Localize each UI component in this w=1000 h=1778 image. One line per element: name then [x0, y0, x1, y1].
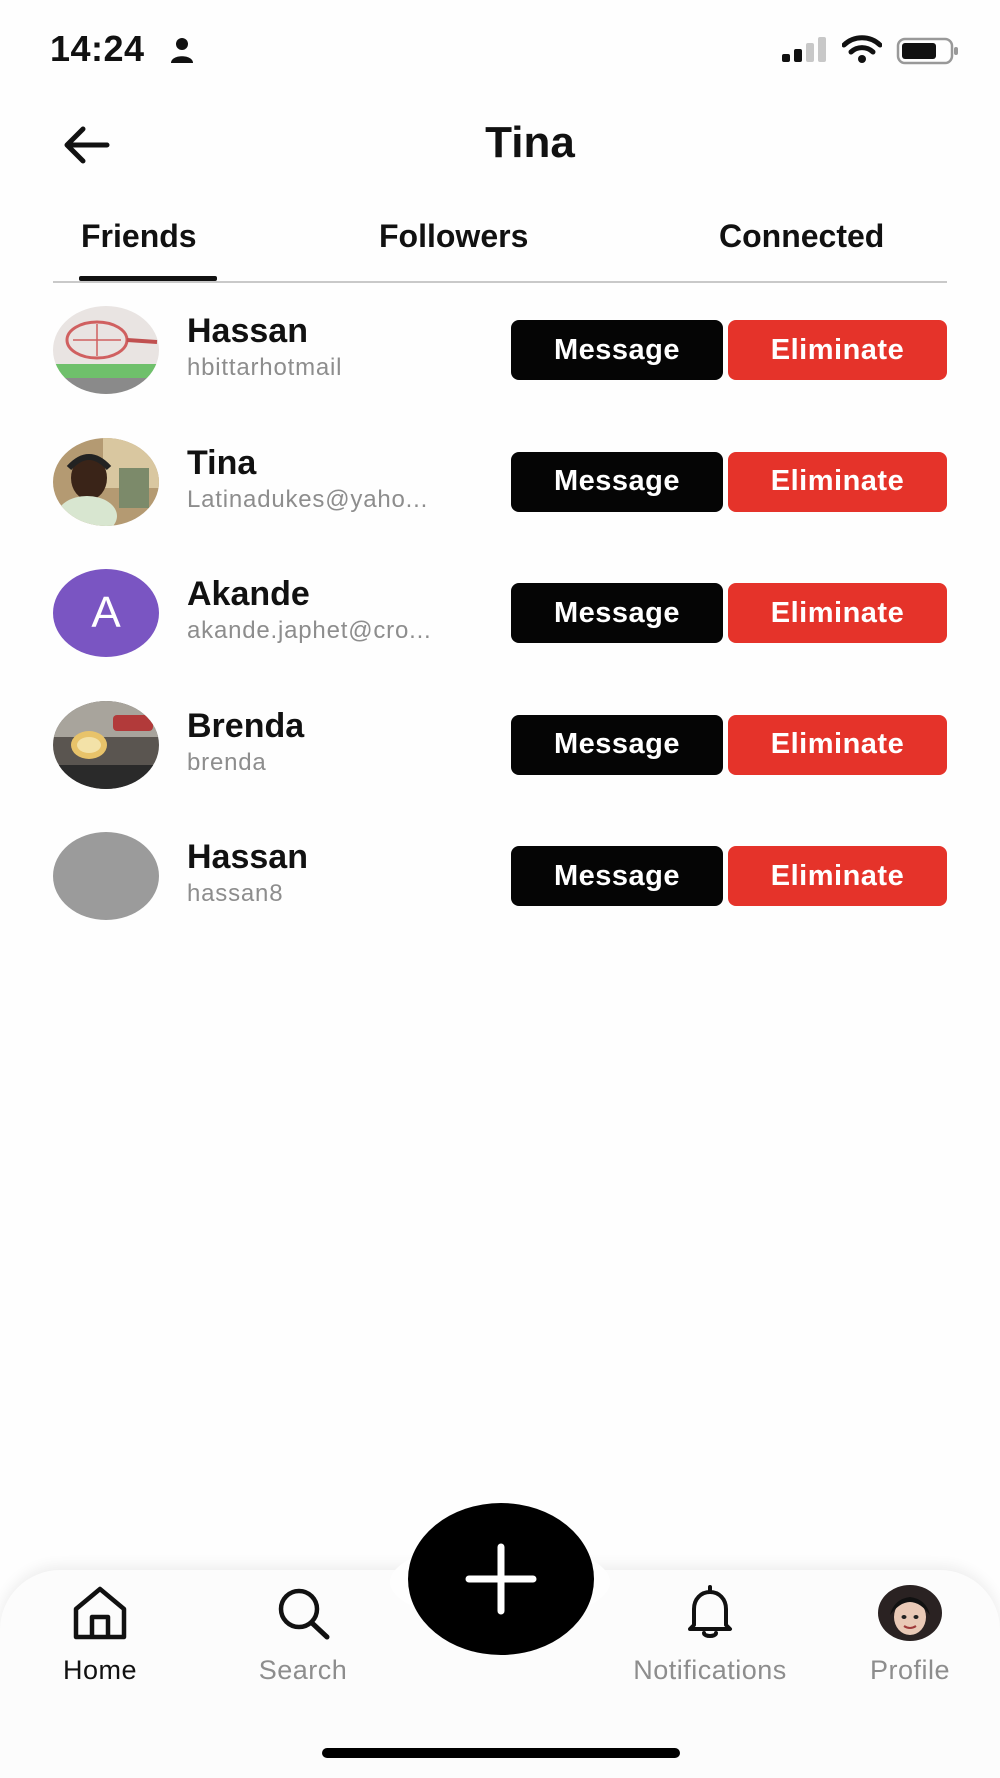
nav-search[interactable]: Search [213, 1585, 393, 1686]
friend-handle: hbittarhotmail [187, 354, 343, 381]
message-button[interactable]: Message [511, 846, 723, 906]
avatar-photo [53, 437, 159, 526]
friend-name: Hassan [187, 312, 308, 350]
avatar-photo [53, 700, 159, 789]
battery-icon [896, 37, 958, 65]
avatar-letter: A [53, 569, 159, 657]
status-bar: 14:24 [0, 0, 1000, 100]
status-time: 14:24 [50, 28, 145, 69]
list-item: Brenda brenda Message Eliminate [53, 695, 947, 827]
plus-icon [465, 1543, 537, 1615]
eliminate-button[interactable]: Eliminate [728, 320, 947, 380]
nav-home[interactable]: Home [10, 1585, 190, 1686]
message-button[interactable]: Message [511, 583, 723, 643]
avatar[interactable] [53, 832, 159, 920]
friend-handle: brenda [187, 748, 267, 776]
avatar[interactable] [53, 437, 159, 526]
list-item: Hassan hbittarhotmail Message Eliminate [53, 300, 947, 432]
friend-name: Akande [187, 575, 310, 613]
active-tab-indicator [79, 276, 217, 281]
list-item: Hassan hassan8 Message Eliminate [53, 826, 947, 958]
add-button[interactable] [408, 1503, 594, 1655]
friend-name: Brenda [187, 706, 305, 745]
avatar[interactable] [53, 306, 159, 394]
profile-avatar [878, 1585, 942, 1641]
eliminate-button[interactable]: Eliminate [728, 846, 947, 906]
bell-icon [688, 1585, 732, 1638]
nav-profile[interactable]: Profile [820, 1585, 1000, 1686]
eliminate-button[interactable]: Eliminate [728, 714, 947, 775]
avatar[interactable] [53, 700, 159, 789]
tab-connected[interactable]: Connected [719, 218, 884, 255]
message-button[interactable]: Message [511, 714, 723, 775]
nav-notifications-label: Notifications [633, 1655, 787, 1685]
message-button[interactable]: Message [511, 451, 723, 512]
nav-home-label: Home [62, 1655, 138, 1685]
list-item: Tina Latinadukes@yaho... Message Elimina… [53, 432, 947, 564]
avatar-photo [53, 306, 159, 394]
person-icon [171, 38, 193, 63]
list-item: A Akande akande.japhet@cro... Message El… [53, 563, 947, 695]
avatar[interactable]: A [53, 569, 159, 657]
page-title: Tina [485, 118, 575, 167]
message-button[interactable]: Message [511, 320, 723, 380]
avatar-placeholder [53, 832, 159, 920]
tab-friends[interactable]: Friends [81, 218, 197, 255]
friend-name: Tina [187, 443, 257, 482]
wifi-icon [842, 35, 882, 63]
friend-name: Hassan [187, 838, 308, 876]
friend-handle: akande.japhet@cro... [187, 617, 432, 644]
home-indicator [322, 1748, 680, 1758]
eliminate-button[interactable]: Eliminate [728, 583, 947, 643]
tab-bar: Friends Followers Connected [53, 208, 947, 283]
friend-list: Hassan hbittarhotmail Message Eliminate … [53, 300, 947, 958]
friend-handle: hassan8 [187, 880, 284, 907]
home-icon [73, 1586, 127, 1640]
eliminate-button[interactable]: Eliminate [728, 451, 947, 512]
nav-search-label: Search [258, 1655, 348, 1685]
signal-icon [782, 37, 826, 62]
friend-handle: Latinadukes@yaho... [187, 485, 429, 513]
tab-followers[interactable]: Followers [379, 218, 528, 255]
search-icon [278, 1588, 330, 1640]
nav-notifications[interactable]: Notifications [600, 1585, 820, 1686]
nav-profile-label: Profile [869, 1655, 951, 1685]
